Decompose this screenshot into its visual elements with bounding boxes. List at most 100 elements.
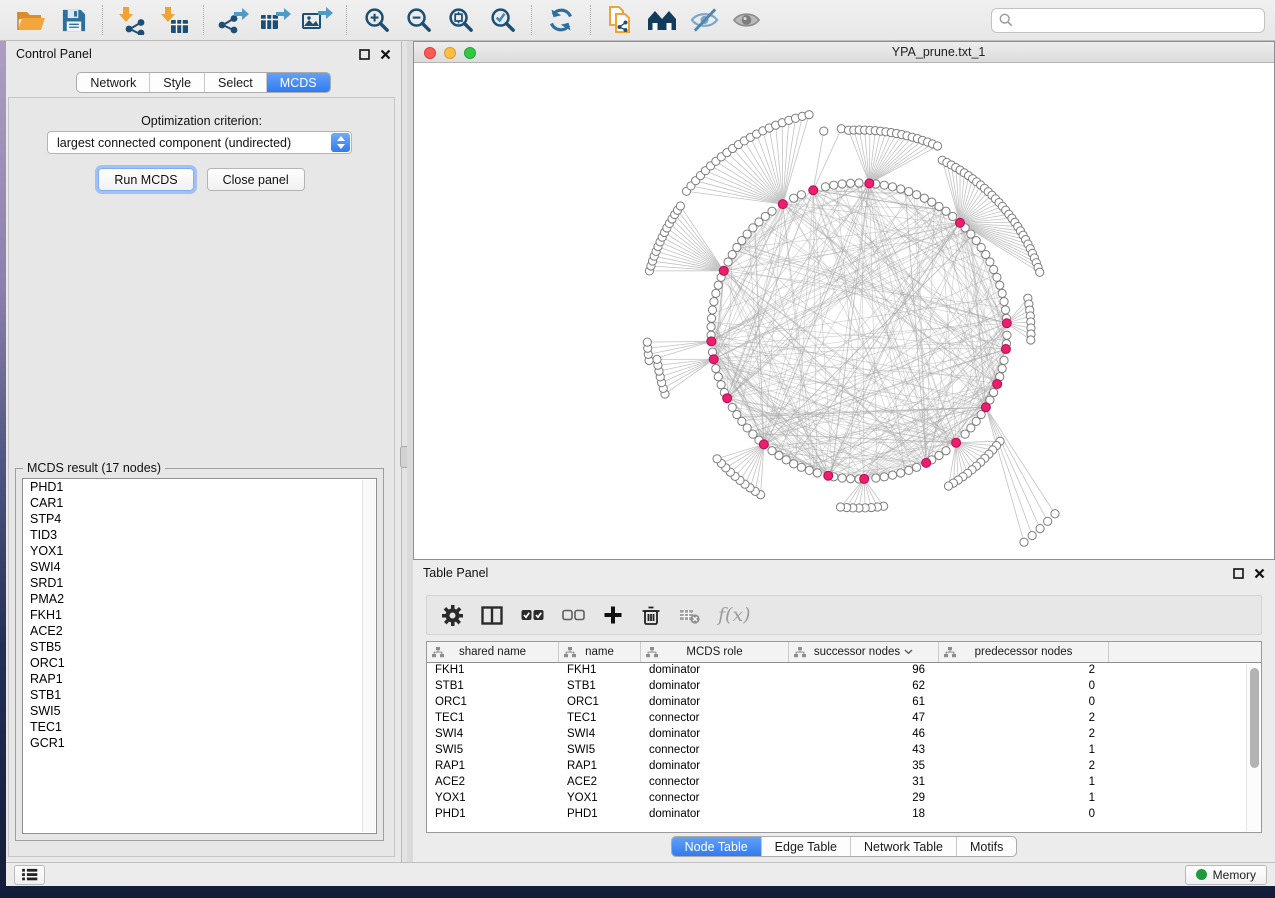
mcds-result-item[interactable]: YOX1 [23, 543, 376, 559]
network-node[interactable] [993, 273, 1001, 281]
window-close-traffic-light[interactable] [424, 47, 436, 59]
column-header-predecessor-nodes[interactable]: predecessor nodes [939, 642, 1109, 662]
network-node[interactable] [797, 463, 805, 471]
dominator-node[interactable] [993, 380, 1002, 389]
network-node[interactable] [728, 403, 736, 411]
table-row[interactable]: SWI5SWI5connector431 [427, 743, 1261, 759]
table-scrollbar[interactable] [1246, 664, 1261, 831]
table-cell[interactable]: 62 [789, 679, 939, 695]
table-row[interactable]: SWI4SWI4dominator462 [427, 727, 1261, 743]
copy-style-button[interactable] [602, 3, 638, 37]
network-node[interactable] [838, 180, 846, 188]
network-node[interactable] [838, 474, 846, 482]
mcds-result-item[interactable]: TID3 [23, 527, 376, 543]
network-view-titlebar[interactable]: YPA_prune.txt_1 [414, 42, 1274, 63]
network-node[interactable] [913, 191, 921, 199]
dominator-node[interactable] [1001, 345, 1010, 354]
network-node[interactable] [913, 463, 921, 471]
network-node[interactable] [714, 281, 722, 289]
dominator-node[interactable] [860, 474, 869, 483]
table-cell[interactable]: TEC1 [427, 711, 559, 727]
dominator-node[interactable] [955, 218, 964, 227]
export-table-button[interactable] [257, 3, 293, 37]
network-node[interactable] [920, 194, 928, 202]
network-node[interactable] [888, 183, 896, 191]
table-cell[interactable]: dominator [641, 679, 789, 695]
network-node[interactable] [1000, 356, 1008, 364]
network-node[interactable] [872, 474, 880, 482]
network-node[interactable] [1036, 524, 1044, 532]
network-node[interactable] [998, 289, 1006, 297]
table-cell[interactable]: 1 [939, 775, 1109, 791]
table-cell[interactable]: 46 [789, 727, 939, 743]
network-node[interactable] [707, 323, 715, 331]
dominator-node[interactable] [719, 266, 728, 275]
network-node[interactable] [805, 466, 813, 474]
table-cell[interactable]: 31 [789, 775, 939, 791]
network-node[interactable] [880, 473, 888, 481]
table-cell[interactable]: ORC1 [559, 695, 641, 711]
dominator-node[interactable] [952, 438, 961, 447]
network-node[interactable] [1044, 517, 1052, 525]
table-row[interactable]: ACE2ACE2connector311 [427, 775, 1261, 791]
table-cell[interactable]: dominator [641, 695, 789, 711]
table-cell[interactable]: ACE2 [427, 775, 559, 791]
mcds-result-item[interactable]: SWI5 [23, 703, 376, 719]
network-node[interactable] [707, 314, 715, 322]
table-cell[interactable]: RAP1 [559, 759, 641, 775]
column-header-shared-name[interactable]: shared name [427, 642, 559, 662]
mcds-result-item[interactable]: ACE2 [23, 623, 376, 639]
dominator-node[interactable] [809, 186, 818, 195]
network-node[interactable] [712, 289, 720, 297]
network-node[interactable] [1000, 298, 1008, 306]
mcds-result-item[interactable]: STB1 [23, 687, 376, 703]
network-node[interactable] [982, 250, 990, 258]
mcds-result-item[interactable]: PMA2 [23, 591, 376, 607]
show-columns-icon[interactable] [481, 606, 503, 625]
table-cell[interactable]: PHD1 [427, 807, 559, 823]
table-cell[interactable]: SWI4 [427, 727, 559, 743]
table-row[interactable]: RAP1RAP1dominator352 [427, 759, 1261, 775]
mcds-result-item[interactable]: STB5 [23, 639, 376, 655]
network-node[interactable] [710, 298, 718, 306]
mcds-result-item[interactable]: CAR1 [23, 495, 376, 511]
table-cell[interactable]: 96 [789, 663, 939, 679]
show-all-button[interactable] [728, 3, 764, 37]
network-node[interactable] [813, 469, 821, 477]
network-node[interactable] [1036, 268, 1044, 276]
export-network-button[interactable] [215, 3, 251, 37]
table-row[interactable]: YOX1YOX1connector291 [427, 791, 1261, 807]
open-file-button[interactable] [13, 3, 49, 37]
table-cell[interactable]: 43 [789, 743, 939, 759]
delete-table-icon[interactable] [679, 607, 700, 624]
close-panel-icon[interactable] [380, 49, 391, 60]
show-panels-list-button[interactable] [14, 865, 45, 885]
window-zoom-traffic-light[interactable] [464, 47, 476, 59]
tab-style[interactable]: Style [149, 73, 204, 92]
network-node[interactable] [821, 183, 829, 191]
network-node[interactable] [905, 188, 913, 196]
network-node[interactable] [846, 179, 854, 187]
tab-mcds[interactable]: MCDS [266, 73, 330, 92]
settings-gear-icon[interactable] [442, 605, 463, 626]
import-network-button[interactable] [114, 3, 150, 37]
deselect-all-check-icon[interactable] [562, 609, 585, 621]
network-node[interactable] [996, 281, 1004, 289]
table-cell[interactable]: FKH1 [559, 663, 641, 679]
table-cell[interactable]: 1 [939, 743, 1109, 759]
dominator-node[interactable] [709, 355, 718, 364]
zoom-in-button[interactable] [358, 3, 394, 37]
network-node[interactable] [713, 455, 721, 463]
network-node[interactable] [820, 127, 828, 135]
dominator-node[interactable] [922, 458, 931, 467]
network-node[interactable] [805, 111, 813, 119]
table-cell[interactable]: ACE2 [559, 775, 641, 791]
table-cell[interactable]: 1 [939, 791, 1109, 807]
table-cell[interactable]: SWI4 [559, 727, 641, 743]
export-image-button[interactable] [299, 3, 335, 37]
network-node[interactable] [1028, 531, 1036, 539]
table-cell[interactable]: 2 [939, 759, 1109, 775]
close-panel-button[interactable]: Close panel [207, 168, 305, 191]
run-mcds-button[interactable]: Run MCDS [98, 168, 193, 191]
network-node[interactable] [1003, 331, 1011, 339]
